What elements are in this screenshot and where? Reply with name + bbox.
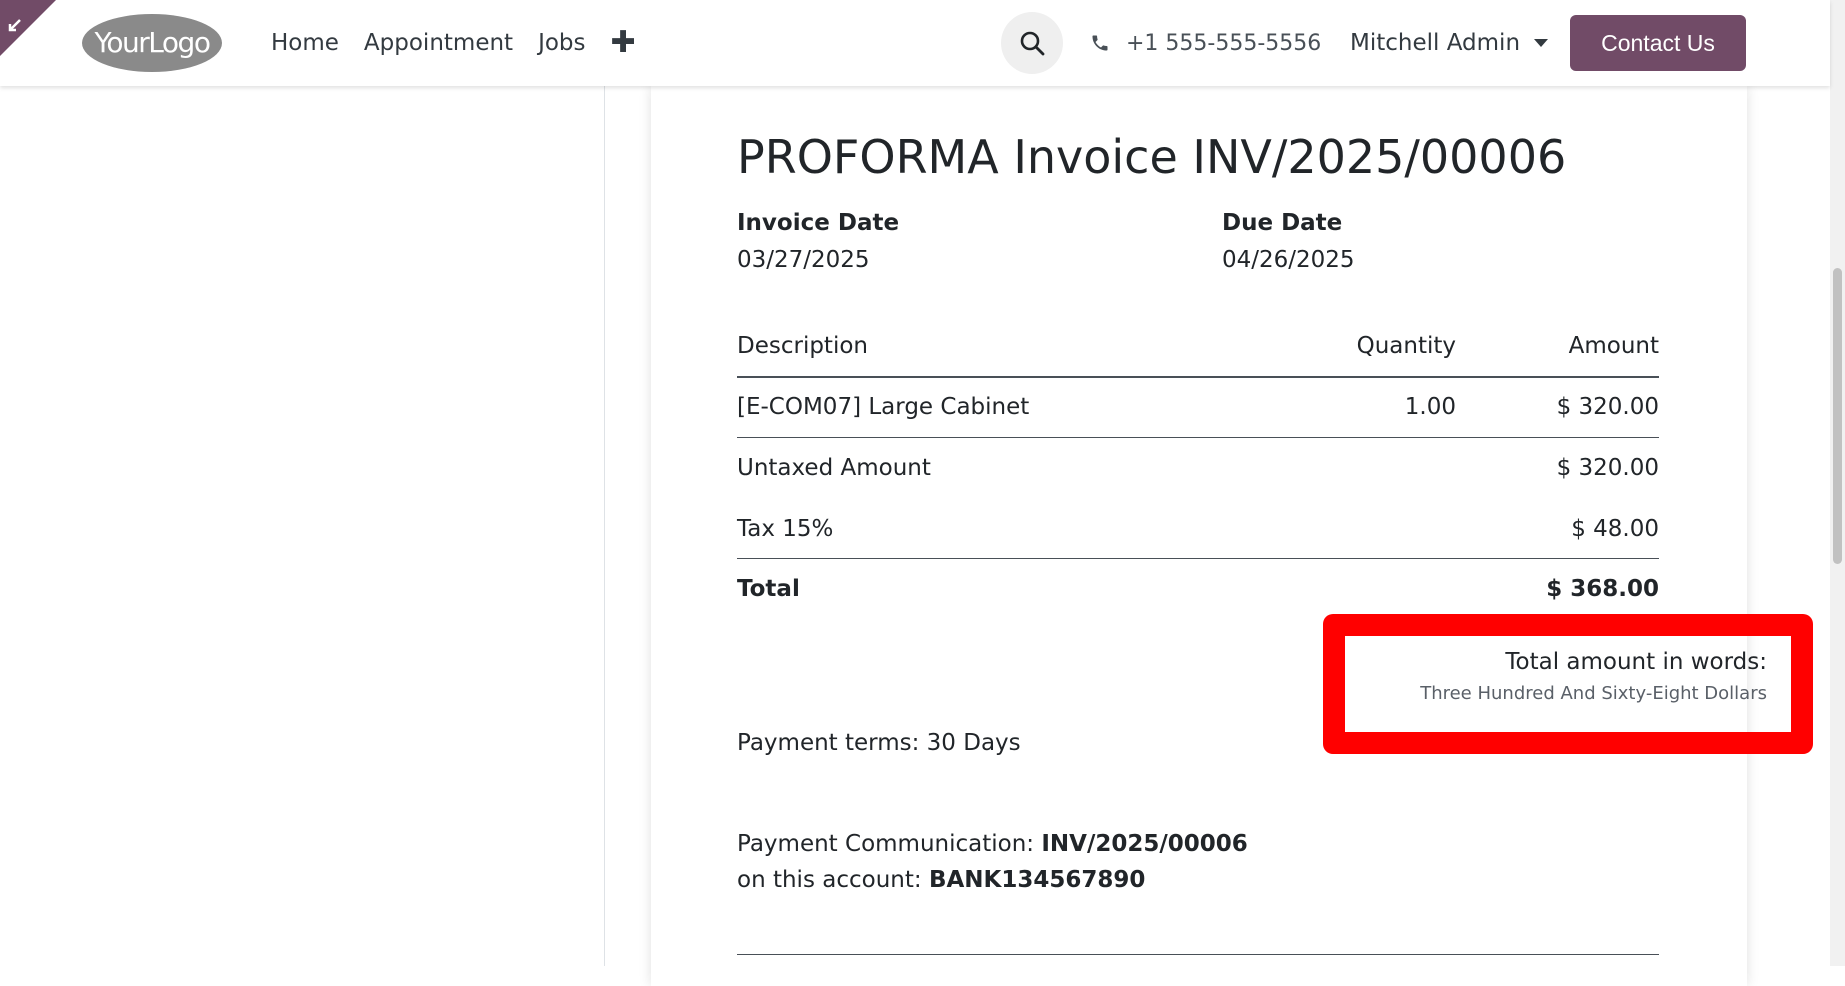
line-description: [E-COM07] Large Cabinet <box>737 394 1030 420</box>
line-quantity: 1.00 <box>1404 394 1456 420</box>
user-name: Mitchell Admin <box>1350 30 1521 56</box>
editor-corner-toggle[interactable] <box>0 0 56 56</box>
svg-text:YourLogo: YourLogo <box>94 26 210 59</box>
scrollbar-thumb[interactable] <box>1833 268 1842 564</box>
user-menu[interactable]: Mitchell Admin <box>1350 0 1549 86</box>
column-description: Description <box>737 333 868 359</box>
logo[interactable]: YourLogo <box>80 12 224 74</box>
page-scrollbar[interactable] <box>1830 0 1845 966</box>
invoice-date-label: Invoice Date <box>737 210 900 236</box>
words-label: Total amount in words: <box>1505 649 1767 675</box>
sidebar-panel <box>0 86 605 966</box>
words-value: Three Hundred And Sixty-Eight Dollars <box>1420 683 1767 704</box>
line-amount: $ 320.00 <box>1556 394 1659 420</box>
invoice-card: PROFORMA Invoice INV/2025/00006 Invoice … <box>651 86 1813 986</box>
main-nav: Home Appointment Jobs ✚ <box>271 0 636 86</box>
phone-number: +1 555-555-5556 <box>1126 30 1322 56</box>
amount-in-words-highlight: Total amount in words: Three Hundred And… <box>1323 614 1813 754</box>
payment-comm-value: INV/2025/00006 <box>1041 831 1248 857</box>
payment-terms: Payment terms: 30 Days <box>737 730 1021 756</box>
total-label: Total <box>737 576 800 602</box>
payment-comm-label: Payment Communication: <box>737 831 1042 857</box>
contact-us-button[interactable]: Contact Us <box>1570 15 1746 71</box>
payment-communication: Payment Communication: INV/2025/00006 on… <box>737 826 1248 898</box>
table-header: Description Quantity Amount <box>737 316 1659 376</box>
nav-jobs[interactable]: Jobs <box>538 30 585 56</box>
column-amount: Amount <box>1568 333 1659 359</box>
column-quantity: Quantity <box>1356 333 1456 359</box>
tax-label: Tax 15% <box>737 516 834 542</box>
account-value: BANK134567890 <box>928 867 1146 893</box>
nav-home[interactable]: Home <box>271 30 339 56</box>
plus-icon[interactable]: ✚ <box>611 28 636 58</box>
corner-arrow-icon <box>0 0 56 56</box>
untaxed-row: Untaxed Amount $ 320.00 <box>737 438 1659 498</box>
nav-appointment[interactable]: Appointment <box>364 30 513 56</box>
phone-contact[interactable]: +1 555-555-5556 <box>1090 0 1321 86</box>
search-button[interactable] <box>1001 12 1063 74</box>
search-icon <box>1020 31 1045 56</box>
logo-icon: YourLogo <box>82 14 222 72</box>
table-row: [E-COM07] Large Cabinet 1.00 $ 320.00 <box>737 377 1659 437</box>
invoice-date-value: 03/27/2025 <box>737 247 870 273</box>
site-header: YourLogo Home Appointment Jobs ✚ +1 555-… <box>0 0 1830 86</box>
total-row: Total $ 368.00 <box>737 559 1659 619</box>
untaxed-label: Untaxed Amount <box>737 455 931 481</box>
invoice-title: PROFORMA Invoice INV/2025/00006 <box>737 130 1567 184</box>
due-date-label: Due Date <box>1222 210 1343 236</box>
untaxed-value: $ 320.00 <box>1556 455 1659 481</box>
due-date-value: 04/26/2025 <box>1222 247 1355 273</box>
account-label: on this account: <box>737 867 929 893</box>
total-value: $ 368.00 <box>1546 576 1659 602</box>
phone-icon <box>1090 33 1110 53</box>
tax-value: $ 48.00 <box>1571 516 1659 542</box>
divider <box>737 954 1659 955</box>
caret-down-icon <box>1534 39 1549 47</box>
tax-row: Tax 15% $ 48.00 <box>737 499 1659 559</box>
